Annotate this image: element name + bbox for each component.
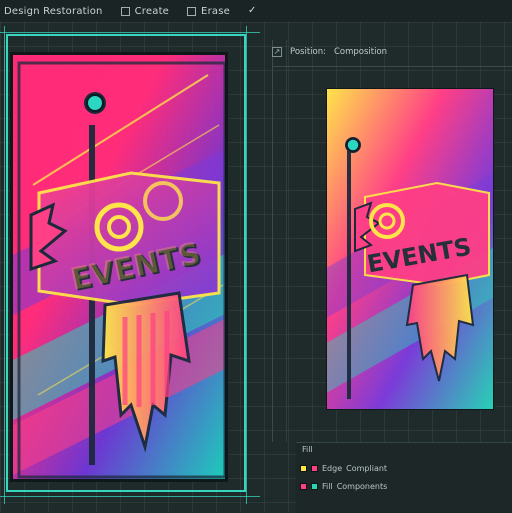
property-row-edge-value: Compliant — [346, 463, 388, 473]
checkbox-icon[interactable] — [120, 6, 130, 16]
guide-line-bottom — [0, 496, 260, 497]
property-row-edge-label: Edge — [322, 463, 343, 473]
toolbar-option-create-label: Create — [134, 5, 170, 17]
properties-tab[interactable]: Fill — [302, 445, 313, 454]
left-artwork[interactable]: EVENTS EVENTS — [10, 52, 228, 482]
property-row-fill-label: Fill — [322, 481, 333, 491]
magenta-swatch-icon[interactable] — [311, 464, 318, 472]
toolbar-title-text: Design Restoration — [4, 5, 103, 17]
panel-label-1: Position: — [290, 47, 326, 57]
property-row-fill[interactable]: Fill Components — [300, 479, 387, 493]
right-artwork-preview[interactable]: EVENTS — [326, 88, 494, 410]
checkbox-icon[interactable] — [187, 6, 197, 16]
panel-header-divider — [272, 66, 512, 67]
guide-line-right — [246, 26, 247, 504]
top-toolbar: Design Restoration Create Erase ✓ — [0, 0, 512, 23]
arrow-icon[interactable]: ↗ — [272, 47, 282, 57]
property-row-edge[interactable]: Edge Compliant — [300, 461, 387, 475]
toolbar-title: Design Restoration — [0, 6, 107, 17]
left-artwork-illustration: EVENTS EVENTS — [13, 55, 225, 479]
property-row-fill-value: Components — [336, 481, 388, 491]
panel-label-2: Composition — [333, 47, 388, 57]
teal-swatch-icon[interactable] — [311, 482, 318, 490]
toolbar-option-erase-label: Erase — [201, 5, 230, 17]
check-icon: ✓ — [247, 5, 257, 16]
toolbar-option-erase[interactable]: Erase — [183, 6, 234, 17]
magenta-swatch-icon-2[interactable] — [300, 482, 307, 490]
guide-line-top — [0, 32, 260, 33]
panel-divider-2 — [286, 40, 287, 442]
properties-panel: Fill Edge Compliant Fill Components — [296, 442, 512, 513]
preview-panel-header: ↗ Position: Composition — [272, 40, 512, 64]
toolbar-confirm[interactable]: ✓ — [244, 6, 261, 16]
guide-line-left — [4, 26, 5, 504]
properties-tab-label: Fill — [302, 445, 313, 454]
panel-divider — [272, 40, 273, 442]
right-artwork-illustration: EVENTS — [327, 89, 493, 409]
toolbar-option-create[interactable]: Create — [117, 6, 173, 17]
yellow-swatch-icon[interactable] — [300, 464, 307, 472]
